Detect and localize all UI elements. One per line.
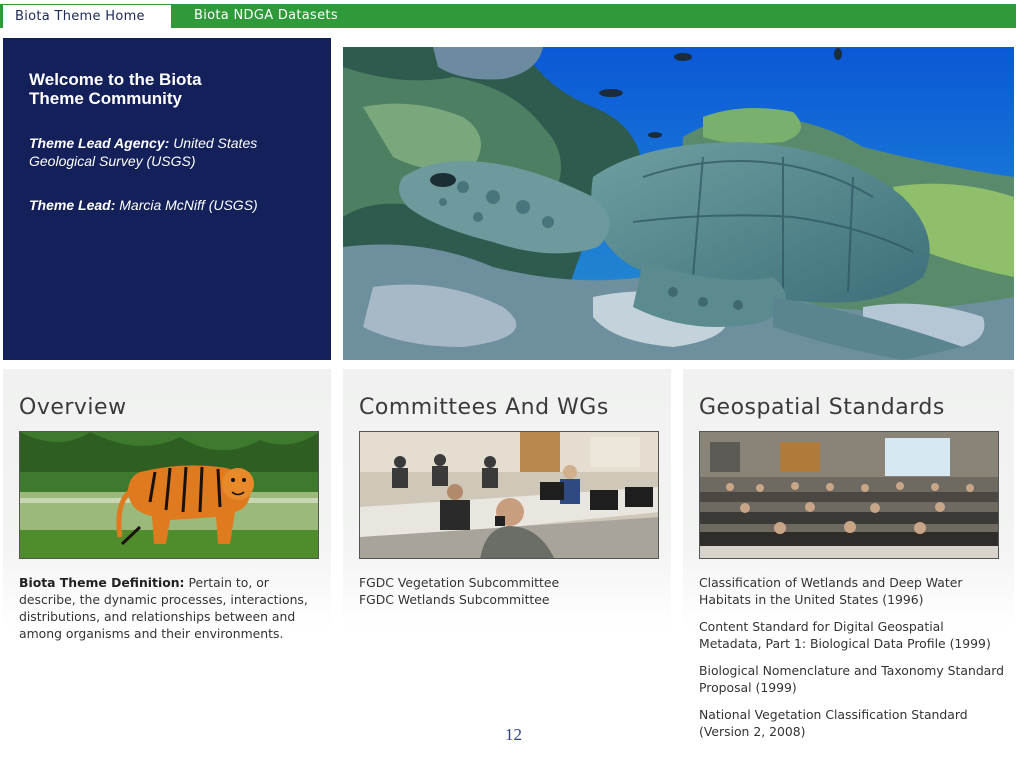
standards-body: Classification of Wetlands and Deep Wate… bbox=[699, 574, 1004, 750]
committee-meeting-image[interactable] bbox=[359, 431, 659, 559]
tiger-image[interactable] bbox=[19, 431, 319, 559]
welcome-panel: Welcome to the Biota Theme Community The… bbox=[3, 38, 331, 360]
sea-turtle-hero-image bbox=[343, 47, 1014, 360]
overview-column: Overview Biota Theme Definition: Pertain… bbox=[3, 369, 331, 768]
top-nav: Biota Theme Home Biota NDGA Datasets bbox=[0, 4, 1016, 28]
committee-link-wetlands[interactable]: FGDC Wetlands Subcommittee bbox=[359, 591, 664, 608]
standard-link-wetlands-classification[interactable]: Classification of Wetlands and Deep Wate… bbox=[699, 574, 1004, 608]
theme-lead: Theme Lead: Marcia McNiff (USGS) bbox=[29, 196, 309, 214]
standards-heading[interactable]: Geospatial Standards bbox=[699, 395, 945, 420]
lead-agency-label: Theme Lead Agency: bbox=[29, 135, 170, 151]
standard-link-nomenclature[interactable]: Biological Nomenclature and Taxonomy Sta… bbox=[699, 662, 1004, 696]
definition-label: Biota Theme Definition: bbox=[19, 575, 185, 590]
tab-biota-theme-home[interactable]: Biota Theme Home bbox=[2, 4, 172, 28]
tab-biota-ndga-datasets[interactable]: Biota NDGA Datasets bbox=[172, 4, 350, 28]
lead-agency: Theme Lead Agency: United States Geologi… bbox=[29, 134, 309, 170]
standard-link-metadata-profile[interactable]: Content Standard for Digital Geospatial … bbox=[699, 618, 1004, 652]
standards-column: Geospatial Standards Classification of W… bbox=[683, 369, 1014, 768]
welcome-title: Welcome to the Biota Theme Community bbox=[29, 70, 202, 108]
standard-link-vegetation-classification[interactable]: National Vegetation Classification Stand… bbox=[699, 706, 1004, 740]
overview-body: Biota Theme Definition: Pertain to, or d… bbox=[19, 574, 324, 642]
committees-heading[interactable]: Committees And WGs bbox=[359, 395, 609, 420]
committees-body: FGDC Vegetation Subcommittee FGDC Wetlan… bbox=[359, 574, 664, 608]
theme-lead-label: Theme Lead: bbox=[29, 197, 116, 213]
committees-column: Committees And WGs FGDC Vegetation Subco… bbox=[343, 369, 671, 768]
overview-heading[interactable]: Overview bbox=[19, 395, 127, 420]
page-number: 12 bbox=[505, 725, 522, 744]
conference-room-image[interactable] bbox=[699, 431, 999, 559]
committee-link-vegetation[interactable]: FGDC Vegetation Subcommittee bbox=[359, 574, 664, 591]
theme-lead-value: Marcia McNiff (USGS) bbox=[119, 197, 258, 213]
